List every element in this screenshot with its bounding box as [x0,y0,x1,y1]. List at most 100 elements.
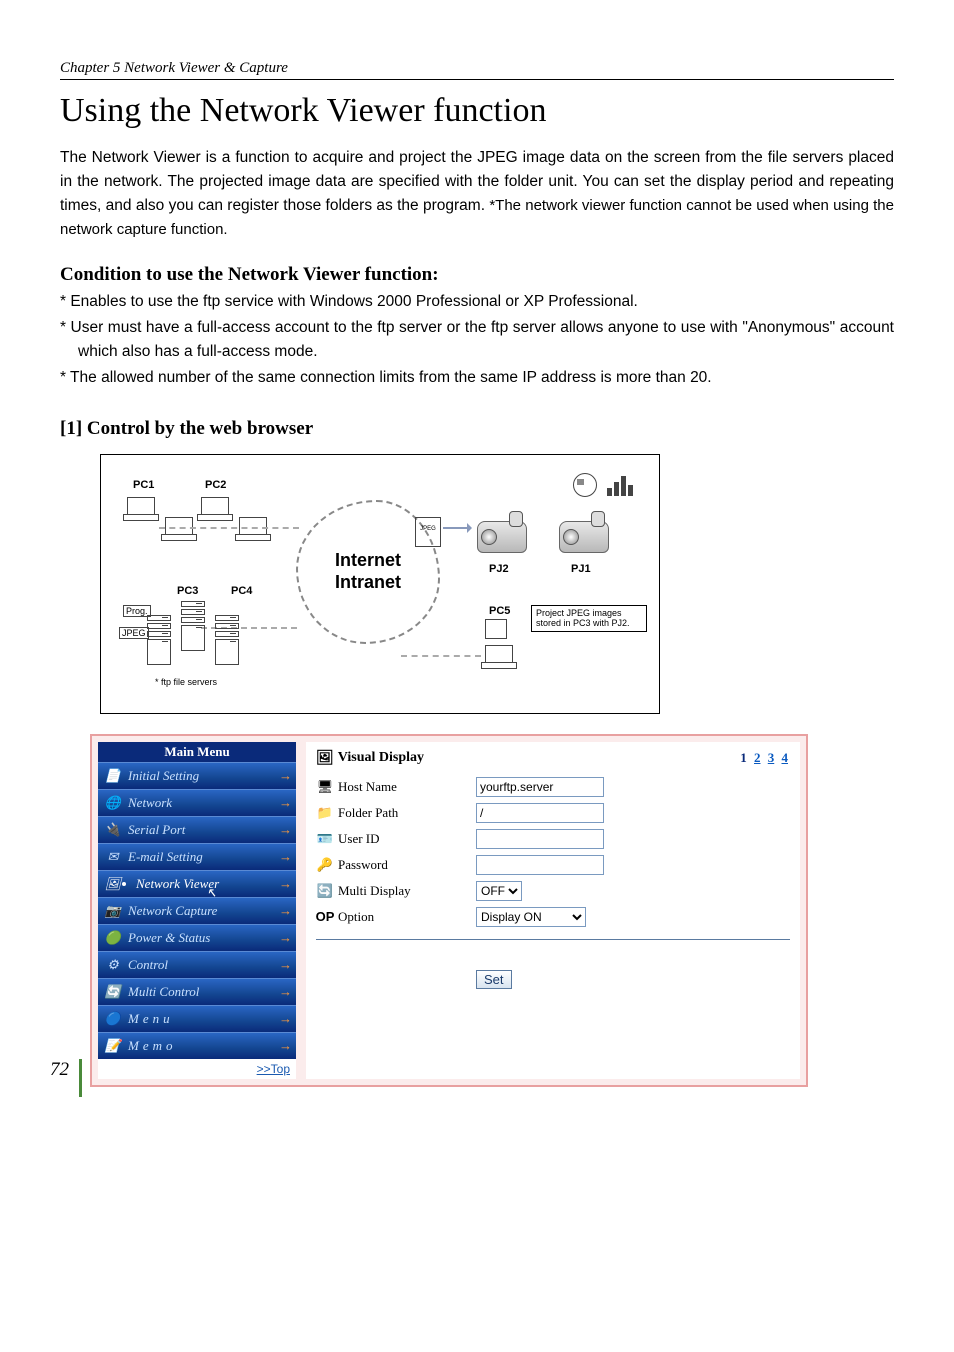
pc5-label: PC5 [489,605,510,617]
condition-list: * Enables to use the ftp service with Wi… [60,290,894,390]
laptop-icon [123,497,157,521]
arrow-right-icon: → [279,903,292,919]
sidebar-item-network-capture[interactable]: 📷 Network Capture → [98,897,296,924]
condition-heading: Condition to use the Network Viewer func… [60,264,894,286]
sidebar-item-label: Serial Port [128,822,185,838]
sidebar-item-label: Memo [128,1038,177,1054]
sidebar-item-serial-port[interactable]: 🔌 Serial Port → [98,816,296,843]
user-id-label: User ID [338,831,380,847]
password-label: Password [338,857,388,873]
host-name-label: Host Name [338,779,397,795]
page-number: 72 [50,1059,82,1097]
sidebar-title: Main Menu [98,742,296,762]
arrow-right-icon: → [279,984,292,1000]
chapter-header: Chapter 5 Network Viewer & Capture [60,60,894,80]
jpeg-icon: JPEG [415,517,441,547]
content-heading: Visual Display [338,750,424,766]
id-icon: 🪪 [316,831,334,847]
host-name-input[interactable] [476,777,604,797]
sidebar-item-label: Network Capture [128,903,217,919]
page-title: Using the Network Viewer function [60,92,894,130]
arrow-right-icon: → [279,876,292,892]
projector-icon [473,511,529,555]
network-diagram: PC1 PC2 PC3 PC4 Prog. JPEG * ftp file [100,454,660,714]
arrow-right-icon: → [279,795,292,811]
cloud-internet: Internet [335,550,401,572]
chart-icon [607,474,633,496]
arrow-right-icon: → [279,768,292,784]
arrow-right-icon: → [279,849,292,865]
arrow-right-icon: → [279,957,292,973]
condition-item: * The allowed number of the same connect… [60,366,894,390]
top-link[interactable]: >>Top [98,1059,296,1079]
set-button[interactable]: Set [476,970,512,989]
condition-item: * User must have a full-access account t… [60,316,894,364]
pj2-label: PJ2 [489,563,509,575]
pc3-label: PC3 [177,585,198,597]
display-icon: 🖼 [316,750,334,767]
sidebar-item-label: Control [128,957,168,973]
sidebar-item-multi-control[interactable]: 🔄 Multi Control → [98,978,296,1005]
note-box: Project JPEG images stored in PC3 with P… [531,605,647,633]
laptop-icon [161,517,195,541]
monitor-icon [485,619,507,639]
sidebar-item-label: Multi Control [128,984,199,1000]
multi-display-select[interactable]: OFF [476,881,522,901]
sidebar-item-label: Power & Status [128,930,210,946]
multi-icon: 🔄 [104,983,122,1001]
sidebar-item-email-setting[interactable]: ✉ E-mail Setting → [98,843,296,870]
globe-icon: 🌐 [104,794,122,812]
browser-screenshot: Main Menu 📄 Initial Setting → 🌐 Network … [90,734,808,1087]
mail-icon: ✉ [104,848,122,866]
section-heading: [1] Control by the web browser [60,418,894,440]
sidebar-item-label: Initial Setting [128,768,199,784]
pc2-label: PC2 [205,479,226,491]
laptop-icon [197,497,231,521]
sidebar-item-label: E-mail Setting [128,849,203,865]
sidebar-item-label: Menu [128,1011,174,1027]
host-icon: 🖥 [316,779,334,795]
content-panel: 🖼 Visual Display 1 2 3 4 🖥Host Name 📁Fol… [306,742,800,1079]
sidebar-item-network[interactable]: 🌐 Network → [98,789,296,816]
pc1-label: PC1 [133,479,154,491]
laptop-icon [481,645,515,669]
sidebar-item-network-viewer[interactable]: 🖼 Network Viewer ↖ → [98,870,296,897]
sidebar-item-control[interactable]: ⚙ Control → [98,951,296,978]
arrow-right-icon: → [279,1011,292,1027]
power-icon: 🟢 [104,929,122,947]
gear-icon: ⚙ [104,956,122,974]
arrow-icon [443,527,471,529]
laptop-icon [235,517,269,541]
folder-path-input[interactable] [476,803,604,823]
multi-display-label: Multi Display [338,883,411,899]
key-icon: 🔑 [316,857,334,873]
folder-path-label: Folder Path [338,805,398,821]
capture-icon: 📷 [104,902,122,920]
sidebar-item-menu[interactable]: 🔵 Menu → [98,1005,296,1032]
globe-icon [573,473,597,497]
pc4-label: PC4 [231,585,252,597]
intro-paragraph: The Network Viewer is a function to acqu… [60,146,894,242]
sidebar-item-initial-setting[interactable]: 📄 Initial Setting → [98,762,296,789]
sidebar-item-label: Network [128,795,172,811]
page-link-3[interactable]: 3 [768,750,775,765]
sidebar-item-power-status[interactable]: 🟢 Power & Status → [98,924,296,951]
servers-caption: * ftp file servers [155,677,217,687]
page-link-2[interactable]: 2 [754,750,761,765]
page-link-4[interactable]: 4 [782,750,789,765]
jpeg-tag: JPEG [119,627,149,639]
memo-icon: 📝 [104,1037,122,1055]
option-select[interactable]: Display ON [476,907,586,927]
sidebar-item-memo[interactable]: 📝 Memo → [98,1032,296,1059]
page-selector: 1 2 3 4 [738,750,790,766]
option-icon: OP [316,909,334,925]
option-label: Option [338,909,374,925]
menu-icon: 🔵 [104,1010,122,1028]
cloud-intranet: Intranet [335,572,401,594]
pj1-label: PJ1 [571,563,591,575]
password-input[interactable] [476,855,604,875]
server-icons [147,615,239,665]
sidebar: Main Menu 📄 Initial Setting → 🌐 Network … [98,742,296,1079]
user-id-input[interactable] [476,829,604,849]
projector-icon [555,511,611,555]
